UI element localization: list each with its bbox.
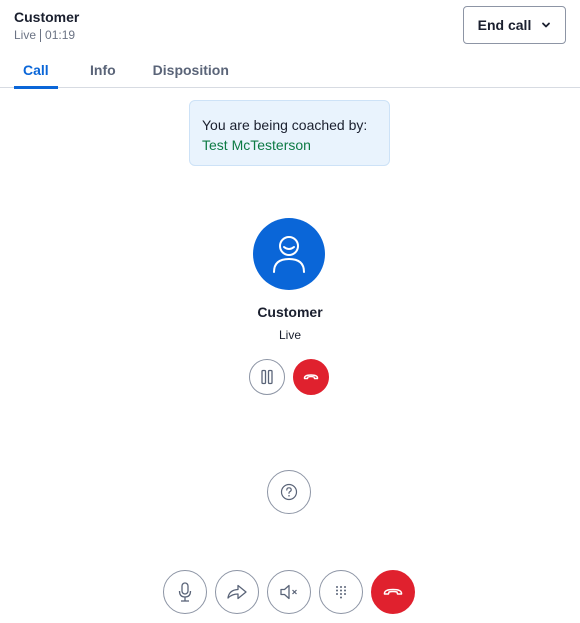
transfer-button[interactable] [215,570,259,614]
separator [40,28,42,42]
call-title: Customer [14,9,80,25]
hangup-party-button[interactable] [293,359,329,395]
call-status: Live [14,28,37,42]
keypad-icon [336,586,346,599]
chevron-down-icon [542,22,551,28]
coaching-banner: You are being coached by: Test McTesters… [189,100,390,166]
hangup-button[interactable] [371,570,415,614]
party-status: Live [278,328,301,342]
tab-disposition[interactable]: Disposition [153,55,229,88]
tab-info[interactable]: Info [90,55,116,88]
speaker-muted-icon [280,584,297,600]
forward-arrow-icon [227,584,247,600]
coach-name: Test McTesterson [202,137,311,153]
avatar [253,218,325,290]
end-call-label: End call [477,17,532,33]
call-header: Customer Live 01:19 End call Call Info D… [0,0,580,89]
keypad-button[interactable] [319,570,363,614]
microphone-icon [178,582,192,602]
hold-button[interactable] [249,359,285,395]
phone-hangup-icon [303,374,319,380]
phone-hangup-icon [383,588,403,595]
microphone-button[interactable] [163,570,207,614]
user-icon [273,236,305,273]
pause-icon [261,369,273,385]
tab-bar: Call Info Disposition [14,55,229,89]
coaching-label: You are being coached by: [202,117,368,133]
end-call-dropdown-button[interactable]: End call [463,6,566,44]
tab-call[interactable]: Call [14,55,58,89]
help-button[interactable] [267,470,311,514]
speaker-mute-button[interactable] [267,570,311,614]
call-subtitle: Live 01:19 [14,28,75,42]
call-timer: 01:19 [45,28,76,42]
question-icon [280,483,298,501]
party-name: Customer [257,304,323,320]
